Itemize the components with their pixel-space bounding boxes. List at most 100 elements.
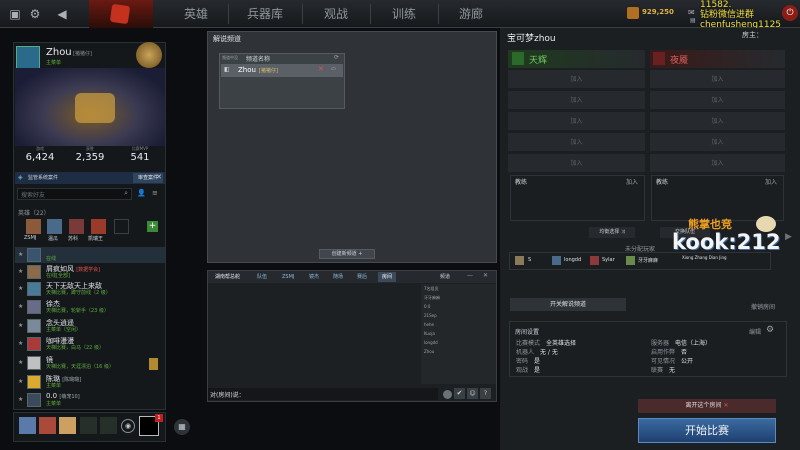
tab-watch[interactable]: 观战 [304, 0, 368, 28]
party-avatar[interactable] [47, 219, 62, 234]
dire-join-slot[interactable]: 加入 [650, 154, 785, 173]
power-icon[interactable]: ⏻ [782, 5, 798, 21]
chat-tab[interactable]: 湖南帮总舵 [215, 272, 240, 282]
cancel-room-button[interactable]: 撤销房间 [751, 302, 775, 311]
member-item[interactable]: Kuoja [424, 331, 435, 336]
party-header[interactable]: 英雄（22） [18, 208, 50, 217]
headset-icon[interactable]: ◉ [121, 419, 135, 433]
dire-join-slot[interactable]: 加入 [650, 112, 785, 131]
radiant-join-slot[interactable]: 加入 [508, 91, 645, 110]
list-item[interactable]: ★ 在线 [15, 247, 165, 263]
radiant-join-slot[interactable]: 加入 [508, 133, 645, 152]
player-name[interactable]: 牙牙麻麻 [638, 257, 658, 264]
coach-join-button[interactable]: 加入 [765, 177, 777, 186]
chat-tab[interactable]: ZSMJ [282, 272, 294, 282]
friend-list-icon[interactable]: ≡ [152, 189, 158, 197]
chat-tab-active[interactable]: 房间 [378, 272, 397, 282]
radiant-join-slot[interactable]: 加入 [508, 154, 645, 173]
party-avatar[interactable] [91, 219, 106, 234]
list-item[interactable]: ★ 0.0 [萌宠10] 主菜单 [15, 392, 165, 408]
gear-icon[interactable]: ⚙ [766, 325, 774, 335]
chat-input[interactable]: 对(房间)说： [208, 388, 438, 400]
list-item[interactable]: ★ 咖啡漫漫 天梯比赛，白马（22 级） [15, 336, 165, 352]
edit-settings-button[interactable]: 编辑 [749, 327, 761, 336]
help-icon[interactable]: ? [480, 388, 491, 399]
chat-tab[interactable]: 赛后 [357, 272, 367, 282]
emoji-icon[interactable] [443, 390, 452, 399]
dire-join-slot[interactable]: 加入 [650, 133, 785, 152]
player-avatar[interactable] [552, 256, 561, 265]
radiant-join-slot[interactable]: 加入 [508, 70, 645, 89]
chat-tab[interactable]: 镜杰 [309, 272, 319, 282]
party-avatar[interactable] [26, 219, 41, 234]
chevron-right-icon[interactable]: ▶ [785, 232, 792, 242]
player-avatar[interactable] [626, 256, 635, 265]
gear-icon[interactable]: ⚙ [27, 6, 43, 22]
recent-avatar[interactable] [59, 417, 76, 434]
member-item[interactable]: 7名组员 [424, 286, 439, 292]
player-avatar[interactable] [515, 256, 524, 265]
player-name[interactable]: S [528, 257, 531, 263]
recent-avatar[interactable] [100, 417, 117, 434]
list-item[interactable]: ★ 陈璐 [陈璐璐] 主菜单 [15, 374, 165, 390]
send-icon[interactable]: ✔ [454, 388, 465, 399]
list-item[interactable]: ★ 镜天梯比赛，天涯漂泊（16 级） [15, 355, 165, 371]
toggle-commentary-button[interactable]: 开关解说频道 [510, 298, 626, 311]
close-icon[interactable]: ✕ [483, 272, 488, 279]
create-channel-button[interactable]: 创建新频道 + [319, 249, 375, 259]
tab-armory[interactable]: 兵器库 [230, 0, 300, 28]
dire-join-slot[interactable]: 加入 [650, 70, 785, 89]
emote-icon[interactable]: ☺ [467, 388, 478, 399]
radiant-join-slot[interactable]: 加入 [508, 112, 645, 131]
back-arrow-icon[interactable]: ◀ [54, 6, 70, 22]
mail-icon[interactable]: ✉ [688, 8, 695, 17]
dashboard-icon[interactable]: ▣ [7, 6, 23, 22]
close-icon[interactable]: ✕ [318, 65, 324, 73]
hero-portrait[interactable] [15, 68, 165, 146]
party-avatar[interactable] [69, 219, 84, 234]
tab-arcade[interactable]: 游廊 [440, 0, 502, 28]
member-item[interactable]: 0.0 [424, 304, 430, 309]
list-item[interactable]: ★ 念头逍遥 主菜单（空闲） [15, 318, 165, 334]
friend-search-input[interactable]: 搜索好友 ⌕ [17, 188, 132, 200]
tab-heroes[interactable]: 英雄 [165, 0, 227, 28]
member-item[interactable]: longdd [424, 340, 438, 345]
add-party-icon[interactable]: + [147, 221, 158, 232]
player-avatar[interactable] [590, 256, 599, 265]
refresh-icon[interactable]: ⟳ [334, 54, 339, 61]
chat-tab[interactable]: 随场 [333, 272, 343, 282]
dota-logo-button[interactable] [89, 0, 153, 28]
dire-coach-slot: 教练 加入 [651, 175, 784, 221]
recent-avatar[interactable] [19, 417, 36, 434]
list-item[interactable]: ★ 天下无敌天上来敌 天梯比赛，蹲守前线（2 级） [15, 281, 165, 297]
party-empty-slot[interactable] [114, 219, 129, 234]
channel-row[interactable]: ◧ Zhou [猪猪仔] ✕ ▭ [221, 64, 343, 77]
list-item[interactable]: ★ 徐杰 天梯比赛，轮斩手（23 级） [15, 299, 165, 315]
player-name[interactable]: longdd [564, 257, 581, 263]
swap-teams-button[interactable]: 交换队伍 [660, 227, 710, 238]
close-icon[interactable]: ✕ [156, 173, 162, 181]
player-name[interactable]: Sylar [602, 257, 615, 263]
grid-icon[interactable]: ▦ [174, 419, 190, 435]
recent-avatar[interactable] [39, 417, 56, 434]
case-button[interactable]: 监管系统案件 [28, 174, 58, 181]
avatar[interactable] [16, 46, 40, 70]
mute-icon[interactable]: ▭ [331, 66, 336, 72]
leave-room-button[interactable]: 离开这个房间 ✕ [638, 399, 776, 413]
minimize-icon[interactable]: — [467, 272, 473, 279]
member-item[interactable]: 21Sep [424, 313, 437, 318]
recent-avatar[interactable] [80, 417, 97, 434]
notification-icon[interactable]: ▤ [690, 17, 696, 24]
start-game-button[interactable]: 开始比赛 [638, 418, 776, 443]
member-item[interactable]: hehe [424, 322, 434, 327]
tab-learn[interactable]: 训练 [372, 0, 436, 28]
dire-join-slot[interactable]: 加入 [650, 91, 785, 110]
coach-join-button[interactable]: 加入 [626, 177, 638, 186]
rank-medal-icon[interactable] [136, 42, 162, 68]
member-item[interactable]: Zhou [424, 349, 434, 354]
add-friend-icon[interactable]: 👤 [137, 189, 146, 197]
chat-tab[interactable]: 队伍 [257, 272, 267, 282]
member-item[interactable]: 牙牙麻麻 [424, 295, 440, 301]
list-item[interactable]: ★ 屑疯如风 [数据学会] 在线[全部] [15, 264, 165, 280]
balance-button[interactable]: 均衡选择 ⤨ [589, 227, 635, 238]
